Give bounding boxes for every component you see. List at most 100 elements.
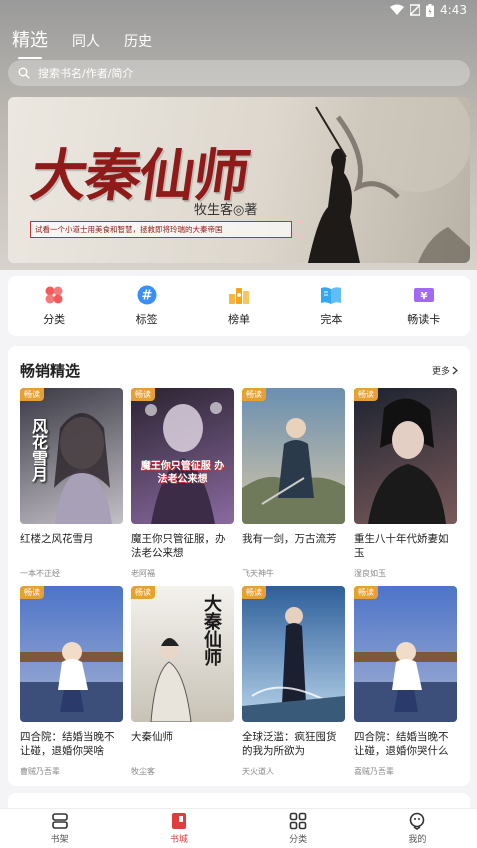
bookshelf-icon <box>51 813 68 829</box>
status-bar: 4:43 <box>0 0 477 22</box>
book-cover: 畅读 <box>20 586 123 722</box>
cover-title: 风花雪月 <box>29 418 48 482</box>
book-badge: 畅读 <box>242 586 266 599</box>
category-nav: 分类 # 标签 榜单 完本 ¥ 畅读卡 <box>8 276 470 336</box>
book-title: 全球泛滥：疯狂囤货的我为所欲为 <box>242 731 337 757</box>
book-badge: 畅读 <box>20 586 44 599</box>
cover-illustration <box>368 398 446 524</box>
book-card[interactable]: 畅读 全球泛滥：疯狂囤货的我为所欲为 天火道人 <box>242 586 345 777</box>
more-link[interactable]: 更多 <box>432 364 458 377</box>
book-badge: 畅读 <box>354 388 378 401</box>
status-time: 4:43 <box>440 3 467 17</box>
nav-completed[interactable]: 完本 <box>296 285 366 327</box>
book-author: 曹贼乃吾辈 <box>20 767 60 776</box>
more-label: 更多 <box>431 367 450 377</box>
nav-category-label: 分类 <box>43 313 66 326</box>
search-placeholder: 搜索书名/作者/简介 <box>38 67 134 80</box>
nav-reading-card[interactable]: ¥ 畅读卡 <box>389 285 459 327</box>
book-author: 喜贼乃吾辈 <box>354 767 394 776</box>
nav-category[interactable]: 分类 <box>19 285 89 327</box>
book-title: 重生八十年代娇妻如玉 <box>354 533 449 559</box>
banner-slogan: 试看一个小道士用美食和智慧，拯救即将玲瑞的大秦帝国 <box>30 221 292 238</box>
cover-illustration <box>354 642 457 722</box>
book-author: 天火道人 <box>242 767 274 776</box>
book-badge: 畅读 <box>20 388 44 401</box>
tab-history[interactable]: 历史 <box>124 31 152 51</box>
ranking-icon <box>228 288 249 304</box>
wifi-icon <box>390 4 405 15</box>
book-card[interactable]: 畅读 重生八十年代娇妻如玉 湿良如玉 <box>354 388 457 579</box>
book-card[interactable]: 畅读 我有一剑，万古流芳 飞天神牛 <box>242 388 345 579</box>
battery-icon <box>426 3 435 17</box>
bottom-nav-bookstore-label: 书城 <box>169 835 188 845</box>
bottom-nav-profile-label: 我的 <box>408 835 427 845</box>
book-author: 老阿福 <box>131 569 155 578</box>
book-card[interactable]: 畅读 大秦仙师 大秦仙师 牧尘客 <box>131 586 234 777</box>
book-cover: 畅读 <box>354 388 457 524</box>
svg-text:#: # <box>141 289 152 304</box>
book-cover: 畅读 <box>242 388 345 524</box>
card-icon: ¥ <box>413 288 434 302</box>
grid-icon <box>289 812 307 830</box>
cover-title: 大秦仙师 <box>201 594 222 666</box>
section-title: 畅销精选 <box>20 362 81 380</box>
book-badge: 畅读 <box>242 388 266 401</box>
bottom-nav-bookshelf[interactable]: 书架 <box>30 812 90 845</box>
bottom-nav-category[interactable]: 分类 <box>268 812 328 845</box>
book-badge: 畅读 <box>354 586 378 599</box>
cover-title: 魔王你只管征服 办法老公来想 <box>140 461 225 485</box>
chevron-right-icon <box>452 366 458 375</box>
book-cover: 畅读 <box>242 586 345 722</box>
bottom-nav-bookstore[interactable]: 书城 <box>149 812 209 845</box>
promo-banner[interactable]: 大秦仙师 牧生客◎著 试看一个小道士用美食和智慧，拯救即将玲瑞的大秦帝国 <box>8 97 470 263</box>
book-badge: 畅读 <box>131 586 155 599</box>
top-tabs: 精选 同人 历史 <box>12 26 152 59</box>
bookstore-icon <box>171 813 186 829</box>
book-cover: 畅读 大秦仙师 <box>131 586 234 722</box>
book-card[interactable]: 畅读 魔王你只管征服 办法老公来想 魔王你只管征服，办法老公来想 老阿福 <box>131 388 234 579</box>
book-cover: 畅读 <box>354 586 457 722</box>
svg-text:¥: ¥ <box>420 291 427 302</box>
profile-icon <box>410 812 425 830</box>
banner-swordsman-illustration <box>308 97 470 263</box>
book-card[interactable]: 畅读 四合院：结婚当晚不让碰，退婚你哭啥 曹贼乃吾辈 <box>20 586 123 777</box>
book-cover: 畅读 魔王你只管征服 办法老公来想 <box>131 388 234 524</box>
book-title: 红楼之风花雪月 <box>20 533 94 545</box>
book-cover: 畅读 风花雪月 <box>20 388 123 524</box>
book-title: 四合院：结婚当晚不让碰，退婚你哭什么 <box>354 731 449 757</box>
signal-icon <box>410 4 421 16</box>
tab-featured[interactable]: 精选 <box>12 26 48 59</box>
book-card[interactable]: 畅读 四合院：结婚当晚不让碰，退婚你哭什么 喜贼乃吾辈 <box>354 586 457 777</box>
book-author: 牧尘客 <box>131 767 155 776</box>
clover-icon <box>45 286 63 304</box>
nav-ranking-label: 榜单 <box>227 313 250 326</box>
header-background: 4:43 精选 同人 历史 搜索书名/作者/简介 大秦仙师 牧生客◎著 试看一个… <box>0 0 477 270</box>
book-card[interactable]: 畅读 风花雪月 红楼之风花雪月 一本不正经 <box>20 388 123 579</box>
bottom-nav-profile[interactable]: 我的 <box>387 812 447 845</box>
book-title: 魔王你只管征服，办法老公来想 <box>131 533 226 559</box>
bottom-nav-category-label: 分类 <box>289 835 308 845</box>
book-title: 四合院：结婚当晚不让碰，退婚你哭啥 <box>20 731 115 757</box>
book-badge: 畅读 <box>131 388 155 401</box>
nav-ranking[interactable]: 榜单 <box>204 285 274 327</box>
book-author: 飞天神牛 <box>242 569 274 578</box>
nav-tags[interactable]: # 标签 <box>112 285 182 327</box>
nav-reading-card-label: 畅读卡 <box>407 313 441 326</box>
search-icon <box>18 67 30 79</box>
banner-author: 牧生客◎著 <box>194 203 258 218</box>
bottom-nav-bookshelf-label: 书架 <box>50 835 69 845</box>
book-title: 我有一剑，万古流芳 <box>242 533 337 545</box>
book-title: 大秦仙师 <box>131 731 173 743</box>
hashtag-icon: # <box>137 285 157 305</box>
cover-illustration <box>242 418 345 524</box>
cover-illustration <box>145 402 222 524</box>
cover-illustration <box>20 642 123 722</box>
book-author: 一本不正经 <box>20 569 60 578</box>
cover-illustration <box>242 607 345 722</box>
search-bar[interactable]: 搜索书名/作者/简介 <box>8 60 470 86</box>
open-book-icon <box>321 287 342 304</box>
bottom-navigation: 书架 书城 分类 我的 <box>0 808 477 848</box>
bestseller-section: 畅销精选 更多 畅读 风花雪月 红楼之风花雪月 一本不正经 畅读 魔王你只管征服… <box>8 346 470 786</box>
nav-completed-label: 完本 <box>320 313 343 326</box>
tab-fanfic[interactable]: 同人 <box>72 31 100 51</box>
